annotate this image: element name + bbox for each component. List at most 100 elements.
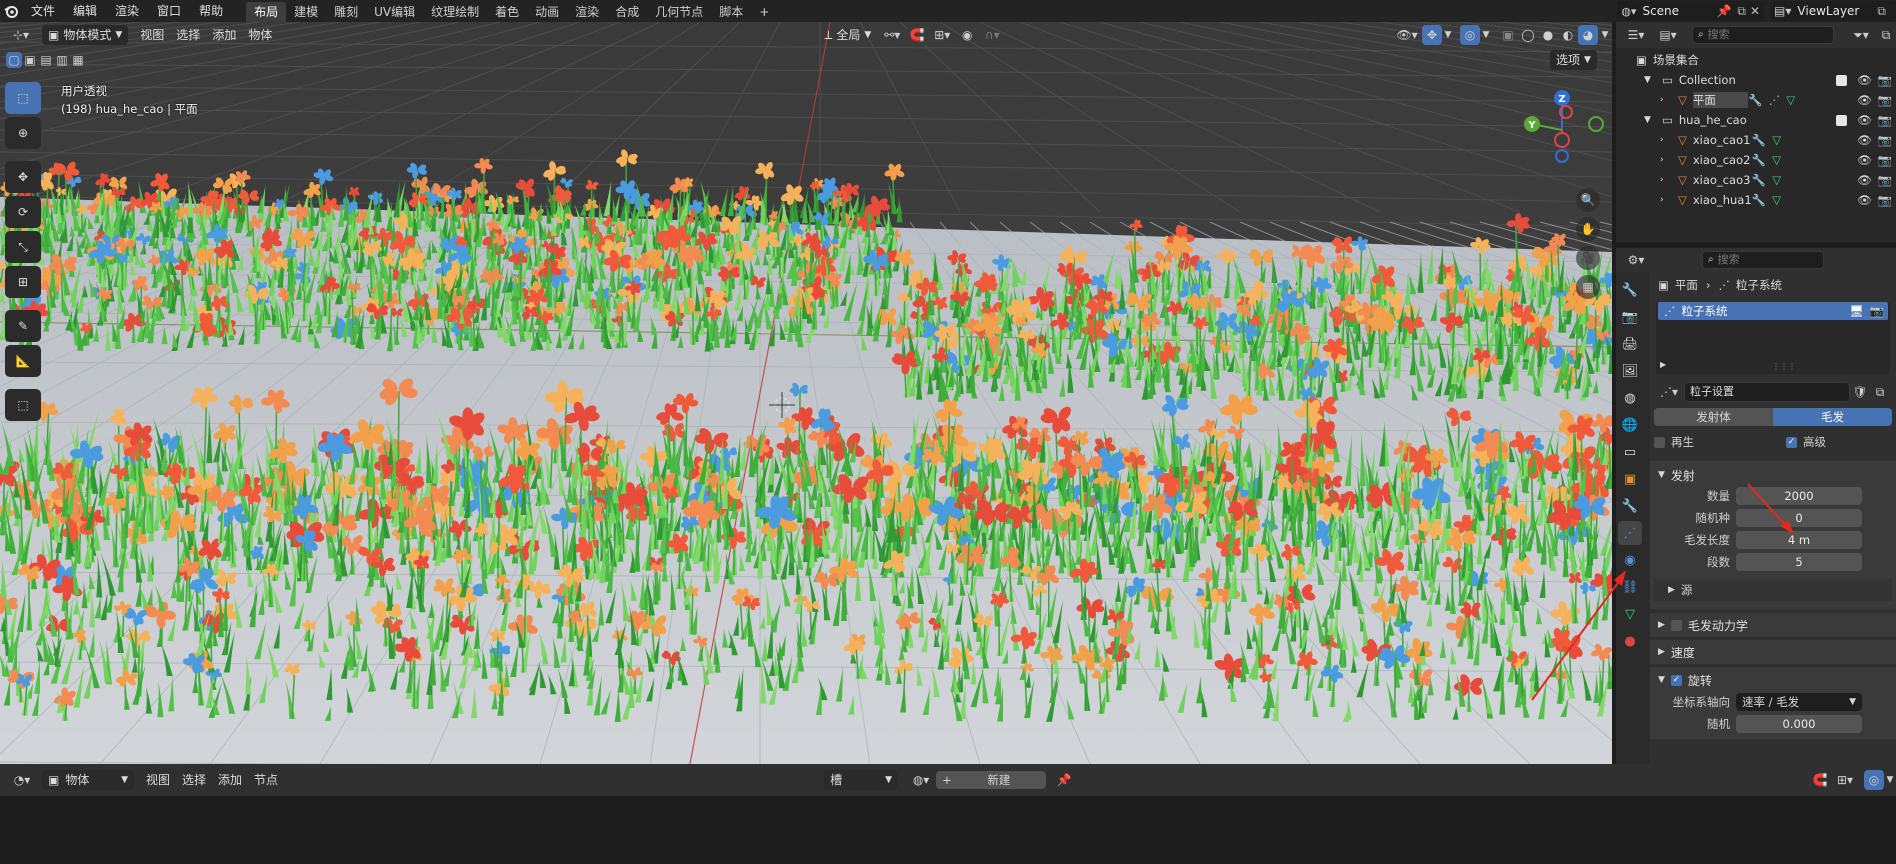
- workspace-tab-5[interactable]: 着色: [487, 2, 527, 22]
- pin-icon[interactable]: 📌: [1054, 770, 1074, 790]
- select-box-extend-icon[interactable]: ▣: [22, 52, 38, 68]
- new-viewlayer-icon[interactable]: ⧉: [1877, 4, 1886, 19]
- rotate-tool-icon[interactable]: ⟳: [5, 196, 41, 228]
- modifier-icon[interactable]: 🔧: [1752, 153, 1766, 167]
- display-viewport-icon[interactable]: 🖥: [1849, 304, 1864, 318]
- resize-handle-icon[interactable]: ⋮⋮⋮: [1772, 362, 1796, 371]
- camera-render-icon[interactable]: 📷: [1878, 93, 1892, 107]
- velocity-panel[interactable]: ▶ 速度: [1650, 640, 1896, 664]
- particle-system-list[interactable]: ⋰ 粒子系统 🖥 📷 ▶ ⋮⋮⋮: [1656, 302, 1890, 374]
- rendered-shading-icon[interactable]: ◕: [1578, 25, 1598, 45]
- material-shading-icon[interactable]: ◐: [1558, 25, 1578, 45]
- camera-render-icon[interactable]: 📷: [1878, 113, 1892, 127]
- blender-logo-icon[interactable]: [0, 0, 22, 22]
- snap-mode-icon[interactable]: ⊞▾: [1830, 770, 1860, 790]
- rotation-panel-header[interactable]: ▼ ✓ 旋转: [1650, 669, 1896, 691]
- particle-settings-name-field[interactable]: 粒子设置: [1684, 382, 1850, 402]
- add-workspace-button[interactable]: +: [751, 2, 777, 22]
- mesh-data-icon[interactable]: ▽: [1786, 93, 1795, 107]
- orientation-axis-select[interactable]: 速率 / 毛发 ▼: [1736, 693, 1862, 711]
- regrow-checkbox[interactable]: 再生: [1654, 434, 1786, 450]
- emission-panel-header[interactable]: ▼ 发射: [1650, 465, 1896, 485]
- select-box-invert-icon[interactable]: ▥: [54, 52, 70, 68]
- workspace-tab-8[interactable]: 合成: [607, 2, 647, 22]
- viewport-menu-item-2[interactable]: 添加: [206, 25, 242, 45]
- outliner-row[interactable]: ▼ ▭ hua_he_cao 👁 📷: [1616, 110, 1896, 130]
- camera-render-icon[interactable]: 📷: [1878, 173, 1892, 187]
- viewport-menu-item-3[interactable]: 物体: [242, 25, 278, 45]
- top-menu-item-2[interactable]: 渲染: [106, 0, 148, 22]
- camera-view-icon[interactable]: 🎥: [1576, 246, 1600, 270]
- node-menu-item-3[interactable]: 节点: [248, 770, 284, 790]
- checkbox-checked-icon[interactable]: ✓: [1670, 674, 1682, 686]
- overlay-toggle-icon[interactable]: ◎: [1864, 770, 1884, 790]
- wireframe-shading-icon[interactable]: ◯: [1518, 25, 1538, 45]
- particles-tab-icon[interactable]: ⋰: [1618, 521, 1642, 545]
- editor-type-icon[interactable]: ⚙▾: [1620, 250, 1652, 270]
- eye-icon[interactable]: 👁: [1857, 173, 1872, 187]
- render-camera-icon[interactable]: 📷: [1870, 304, 1884, 318]
- viewlayer-selector[interactable]: ▤▾ ViewLayer ⧉: [1770, 1, 1896, 21]
- modifier-tab-icon[interactable]: 🔧: [1618, 494, 1642, 518]
- eye-icon[interactable]: 👁: [1857, 73, 1872, 87]
- properties-search-field[interactable]: ⌕ 搜索: [1702, 251, 1824, 269]
- outliner-search-field[interactable]: ⌕ 搜索: [1692, 26, 1834, 44]
- collection-tab-icon[interactable]: ▭: [1618, 440, 1642, 464]
- pivot-icon[interactable]: ⚯▾: [877, 25, 907, 45]
- workspace-tab-6[interactable]: 动画: [527, 2, 567, 22]
- top-menu-item-1[interactable]: 编辑: [64, 0, 106, 22]
- eye-icon[interactable]: 👁: [1857, 93, 1872, 107]
- rotation-random-field[interactable]: 0.000: [1736, 715, 1862, 733]
- workspace-tab-10[interactable]: 脚本: [711, 2, 751, 22]
- material-tab-icon[interactable]: ●: [1618, 629, 1642, 653]
- cursor-tool-icon[interactable]: ⊕: [5, 117, 41, 149]
- measure-tool-icon[interactable]: 📐: [5, 345, 41, 377]
- visibility-icon[interactable]: 👁▾: [1392, 25, 1422, 45]
- workspace-tab-0[interactable]: 布局: [246, 1, 287, 22]
- exclude-checkbox-icon[interactable]: [1836, 114, 1848, 126]
- top-menu-item-0[interactable]: 文件: [22, 0, 64, 22]
- workspace-tab-9[interactable]: 几何节点: [647, 2, 711, 22]
- mesh-data-icon[interactable]: ▽: [1772, 173, 1781, 187]
- outliner-row[interactable]: › ▽ xiao_cao3 🔧 ▽ 👁 📷: [1616, 170, 1896, 190]
- new-scene-icon[interactable]: ⧉: [1737, 4, 1746, 19]
- display-mode-icon[interactable]: ▤▾: [1652, 25, 1684, 45]
- outliner-row[interactable]: › ▽ 平面 🔧 ⋰ ▽ 👁 📷: [1616, 90, 1896, 110]
- overlay-toggle-icon[interactable]: ◎: [1460, 25, 1480, 45]
- world-tab-icon[interactable]: 🌐: [1618, 413, 1642, 437]
- camera-render-icon[interactable]: 📷: [1878, 153, 1892, 167]
- snap-icon[interactable]: 🧲: [1810, 770, 1830, 790]
- count-field[interactable]: 2000: [1736, 487, 1862, 505]
- camera-render-icon[interactable]: 📷: [1878, 73, 1892, 87]
- top-menu-item-4[interactable]: 帮助: [190, 0, 232, 22]
- node-editor-area[interactable]: [0, 796, 1896, 864]
- type-emitter-button[interactable]: 发射体: [1654, 408, 1773, 426]
- constraints-tab-icon[interactable]: ⛓: [1618, 575, 1642, 599]
- view-layer-tab-icon[interactable]: 🖼: [1618, 359, 1642, 383]
- expand-chevron-icon[interactable]: ▼: [1644, 115, 1656, 125]
- snap-icon[interactable]: 🧲: [907, 25, 928, 45]
- mesh-data-icon[interactable]: ▽: [1772, 133, 1781, 147]
- segments-field[interactable]: 5: [1736, 553, 1862, 571]
- editor-type-icon[interactable]: ☰▾: [1620, 25, 1652, 45]
- editor-type-icon[interactable]: ⊹▾: [4, 25, 38, 45]
- hair-dynamics-panel[interactable]: ▶ 毛发动力学: [1650, 613, 1896, 637]
- physics-tab-icon[interactable]: ◉: [1618, 548, 1642, 572]
- scale-tool-icon[interactable]: ⤡: [5, 231, 41, 263]
- exclude-checkbox-icon[interactable]: [1836, 74, 1848, 86]
- annotate-tool-icon[interactable]: ✎: [5, 310, 41, 342]
- expand-icon[interactable]: ▶: [1660, 360, 1666, 369]
- advanced-checkbox[interactable]: ✓ 高级: [1786, 434, 1826, 450]
- seed-field[interactable]: 0: [1736, 509, 1862, 527]
- viewport-scene[interactable]: [0, 22, 1612, 764]
- new-collection-icon[interactable]: ⧉: [1876, 25, 1896, 45]
- type-hair-button[interactable]: 毛发: [1773, 408, 1892, 426]
- shader-type-select[interactable]: ▣ 物体 ▼: [42, 770, 134, 790]
- node-menu-item-2[interactable]: 添加: [212, 770, 248, 790]
- filter-icon[interactable]: ⏷▾: [1846, 25, 1876, 45]
- top-menu-item-3[interactable]: 窗口: [148, 0, 190, 22]
- tool-tab-icon[interactable]: 🔧: [1618, 278, 1642, 302]
- falloff-icon[interactable]: ∩▾: [977, 25, 1007, 45]
- particle-settings-browse-icon[interactable]: ⋰▾: [1654, 382, 1684, 402]
- 3d-viewport[interactable]: ⊹▾ ▣ 物体模式 ▼ 视图 选择 添加 物体 ⟂ 全局 ▼ ⚯▾ 🧲 ⊞▾ ◉ ∩▾…: [0, 22, 1612, 764]
